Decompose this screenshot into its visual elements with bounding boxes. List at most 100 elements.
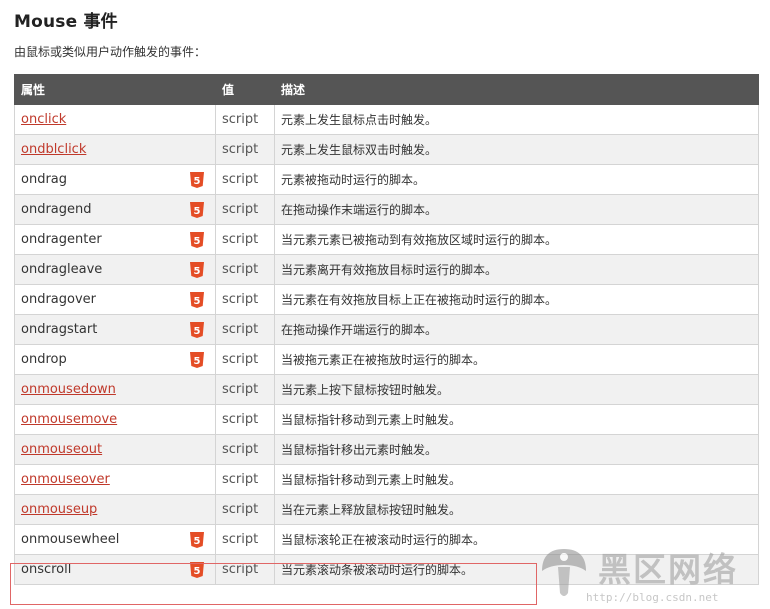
html5-icon: 5 [190,262,204,278]
svg-text:5: 5 [194,236,201,247]
table-row: ondragenter 5 script 当元素元素已被拖动到有效拖放区域时运行的脚本… [14,224,759,255]
html5-icon: 5 [190,292,204,308]
description-cell: 在拖动操作末端运行的脚本。 [274,194,759,225]
mushroom-logo-icon [542,549,586,596]
table-row: ondragstart 5 script 在拖动操作开端运行的脚本。 [14,314,759,345]
table-row: onmousemove script 当鼠标指针移动到元素上时触发。 [14,404,759,435]
html5-icon: 5 [190,232,204,248]
table-header-row: 属性 值 描述 [14,74,759,105]
page-title: Mouse 事件 [14,12,118,32]
table-row: ondrag 5 script 元素被拖动时运行的脚本。 [14,164,759,195]
html5-icon: 5 [190,322,204,338]
html5-icon: 5 [190,352,204,368]
attribute-name: onmousewheel [21,532,120,547]
attribute-name: ondragenter [21,232,102,247]
attribute-cell: onmouseup [14,494,216,525]
value-cell: script [215,104,275,135]
attribute-link[interactable]: onmouseout [21,442,102,457]
value-cell: script [215,434,275,465]
value-cell: script [215,404,275,435]
attribute-cell: ondragover 5 [14,284,216,315]
watermark-text: 黑区网络 [598,550,738,589]
table-row: ondragover 5 script 当元素在有效拖放目标上正在被拖动时运行的脚本。 [14,284,759,315]
attribute-name: ondragstart [21,322,98,337]
attribute-cell: onmousedown [14,374,216,405]
value-cell: script [215,524,275,555]
attribute-name: onscroll [21,562,72,577]
attribute-name: ondragover [21,292,96,307]
svg-text:5: 5 [194,266,201,277]
description-cell: 元素上发生鼠标点击时触发。 [274,104,759,135]
value-cell: script [215,344,275,375]
table-row: onmouseup script 当在元素上释放鼠标按钮时触发。 [14,494,759,525]
attribute-link[interactable]: onmousedown [21,382,116,397]
value-cell: script [215,284,275,315]
value-cell: script [215,554,275,585]
value-cell: script [215,494,275,525]
mouse-events-table: 属性 值 描述 onclick script 元素上发生鼠标点击时触发。 ondblc… [14,74,759,585]
attribute-link[interactable]: onmouseup [21,502,97,517]
description-cell: 元素上发生鼠标双击时触发。 [274,134,759,165]
attribute-name: ondrag [21,172,68,187]
table-row: onmouseout script 当鼠标指针移出元素时触发。 [14,434,759,465]
attribute-cell: onmouseover [14,464,216,495]
attribute-name: ondragend [21,202,92,217]
svg-text:5: 5 [194,536,201,547]
svg-text:5: 5 [194,296,201,307]
table-row: ondragleave 5 script 当元素离开有效拖放目标时运行的脚本。 [14,254,759,285]
watermark-url: http://blog.csdn.net [586,591,719,604]
intro-text: 由鼠标或类似用户动作触发的事件： [14,45,207,59]
html5-icon: 5 [190,172,204,188]
description-cell: 当元素离开有效拖放目标时运行的脚本。 [274,254,759,285]
description-cell: 在拖动操作开端运行的脚本。 [274,314,759,345]
table-row: ondblclick script 元素上发生鼠标双击时触发。 [14,134,759,165]
watermark: 黑区网络 http://blog.csdn.net [536,541,766,607]
attribute-cell: onmouseout [14,434,216,465]
attribute-link[interactable]: ondblclick [21,142,86,157]
attribute-cell: ondragleave 5 [14,254,216,285]
attribute-cell: ondrag 5 [14,164,216,195]
header-attribute: 属性 [14,74,216,105]
svg-text:5: 5 [194,326,201,337]
attribute-cell: onmousemove [14,404,216,435]
table-row: ondrop 5 script 当被拖元素正在被拖放时运行的脚本。 [14,344,759,375]
attribute-cell: ondragstart 5 [14,314,216,345]
description-cell: 当元素在有效拖放目标上正在被拖动时运行的脚本。 [274,284,759,315]
table-row: ondragend 5 script 在拖动操作末端运行的脚本。 [14,194,759,225]
description-cell: 当元素上按下鼠标按钮时触发。 [274,374,759,405]
value-cell: script [215,374,275,405]
svg-text:5: 5 [194,176,201,187]
value-cell: script [215,314,275,345]
attribute-cell: ondragend 5 [14,194,216,225]
attribute-name: ondrop [21,352,67,367]
attribute-link[interactable]: onmouseover [21,472,110,487]
attribute-link[interactable]: onmousemove [21,412,117,427]
svg-text:5: 5 [194,566,201,577]
attribute-cell: onclick [14,104,216,135]
attribute-cell: onmousewheel 5 [14,524,216,555]
value-cell: script [215,254,275,285]
header-value: 值 [215,74,275,105]
value-cell: script [215,164,275,195]
value-cell: script [215,464,275,495]
html5-icon: 5 [190,202,204,218]
attribute-cell: onscroll 5 [14,554,216,585]
description-cell: 当鼠标指针移动到元素上时触发。 [274,404,759,435]
value-cell: script [215,224,275,255]
description-cell: 当鼠标指针移动到元素上时触发。 [274,464,759,495]
attribute-name: ondragleave [21,262,103,277]
html5-icon: 5 [190,532,204,548]
description-cell: 当鼠标指针移出元素时触发。 [274,434,759,465]
table-row: onmouseover script 当鼠标指针移动到元素上时触发。 [14,464,759,495]
description-cell: 当被拖元素正在被拖放时运行的脚本。 [274,344,759,375]
attribute-cell: ondblclick [14,134,216,165]
value-cell: script [215,194,275,225]
table-row: onclick script 元素上发生鼠标点击时触发。 [14,104,759,135]
attribute-cell: ondragenter 5 [14,224,216,255]
value-cell: script [215,134,275,165]
table-body: onclick script 元素上发生鼠标点击时触发。 ondblclick scri… [14,104,759,585]
description-cell: 当在元素上释放鼠标按钮时触发。 [274,494,759,525]
html5-icon: 5 [190,562,204,578]
attribute-cell: ondrop 5 [14,344,216,375]
attribute-link[interactable]: onclick [21,112,66,127]
